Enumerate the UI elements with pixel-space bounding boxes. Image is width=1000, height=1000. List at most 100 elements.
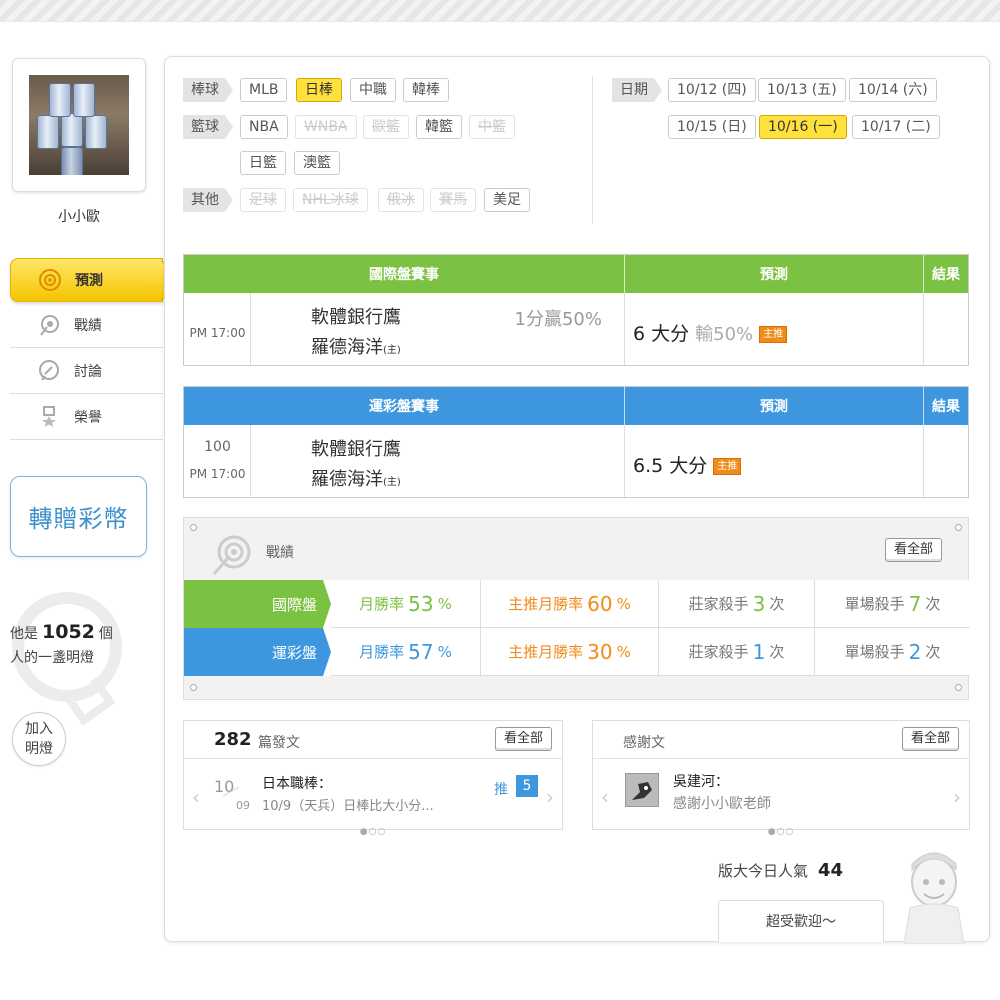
- sidebar-item-label: 討論: [74, 363, 102, 380]
- sidebar-item-label: 榮譽: [74, 409, 102, 426]
- header-event: 國際盤賽事: [184, 255, 625, 293]
- filter-chip-nfl[interactable]: 美足: [484, 188, 530, 212]
- date-chip[interactable]: 10/14 (六): [849, 78, 937, 102]
- home-team: 羅德海洋(主): [311, 469, 401, 490]
- push-count: 5: [516, 775, 538, 797]
- header-result: 結果: [932, 267, 960, 283]
- away-team: 軟體銀行鷹: [311, 307, 401, 328]
- discussion-icon: [36, 358, 62, 384]
- filter-chip-soccer: 足球: [240, 188, 286, 212]
- table-row[interactable]: PM 17:00 軟體銀行鷹 羅德海洋(主) 1分贏50% 6 大分 輸50% 主推: [184, 293, 968, 365]
- pager-dots: ●○○: [767, 827, 795, 837]
- post-month: 10: [214, 777, 235, 796]
- record-row-label: 運彩盤: [184, 628, 331, 676]
- monthly-win-rate: 月勝率 53%: [331, 580, 481, 628]
- avatar[interactable]: [12, 58, 146, 192]
- sidebar-item-discussion[interactable]: 討論: [10, 348, 163, 394]
- mascot-icon: [898, 848, 970, 948]
- sidebar-item-label: 預測: [75, 273, 103, 289]
- banker-killer: 莊家殺手 3 次: [659, 580, 815, 628]
- transfer-coins-button[interactable]: 轉贈彩幣: [10, 476, 147, 557]
- sidebar-item-record[interactable]: 戰績: [10, 302, 163, 348]
- filter-label-other: 其他: [183, 188, 233, 212]
- record-row-lottery: 運彩盤 月勝率 57% 主推月勝率 30% 莊家殺手 1 次 單場殺手 2 次: [184, 628, 970, 676]
- filter-chip-nba[interactable]: NBA: [240, 115, 288, 139]
- filter-chip-kbo[interactable]: 韓棒: [403, 78, 449, 102]
- prediction-value: 6.5 大分 主推: [633, 451, 742, 478]
- pager-dots: ●○○: [359, 827, 387, 837]
- main-monthly-win-rate: 主推月勝率 60%: [481, 580, 659, 628]
- filter-chip-eur-basketball: 歐籃: [363, 115, 409, 139]
- game-odds: 1分贏50%: [514, 309, 602, 330]
- posts-box: 282 篇發文 看全部 ‹ 10 09 日本職棒： 10/9（天兵）日棒比大小分…: [183, 720, 563, 837]
- game-time: PM 17:00: [189, 326, 246, 340]
- filter-chip-cn-basketball: 中籃: [469, 115, 515, 139]
- sidebar-item-label: 戰績: [74, 317, 102, 334]
- header-prediction: 預測: [625, 255, 924, 293]
- table-header: 運彩盤賽事 預測 結果: [184, 387, 968, 425]
- table-header: 國際盤賽事 預測 結果: [184, 255, 968, 293]
- filter-chip-jpn-baseball[interactable]: 日棒: [296, 78, 342, 102]
- join-light-button[interactable]: 加入 明燈: [12, 712, 66, 766]
- honor-icon: [36, 404, 62, 430]
- filter-label-date: 日期: [612, 78, 662, 102]
- posts-header: 282 篇發文 看全部: [184, 721, 562, 759]
- filter-chip-jpn-basketball[interactable]: 日籃: [240, 151, 286, 175]
- away-team: 軟體銀行鷹: [311, 439, 401, 460]
- filter-chip-mlb[interactable]: MLB: [240, 78, 288, 102]
- record-row-intl: 國際盤 月勝率 53% 主推月勝率 60% 莊家殺手 3 次 單場殺手 7 次: [184, 580, 970, 628]
- record-row-label: 國際盤: [184, 580, 331, 628]
- header-event: 運彩盤賽事: [184, 387, 625, 425]
- thanks-box: 感謝文 看全部 ‹ 吳建河： 感謝小小歐老師 › ●○○: [592, 720, 970, 837]
- date-chip-selected[interactable]: 10/16 (一): [759, 115, 847, 139]
- posts-label: 篇發文: [258, 735, 300, 751]
- filter-chip-aus-basketball[interactable]: 澳籃: [294, 151, 340, 175]
- post-desc[interactable]: 10/9（天兵）日棒比大小分...: [262, 795, 434, 814]
- filter-label-basketball: 籃球: [183, 115, 233, 139]
- author-avatar[interactable]: [625, 773, 659, 807]
- game-code: 100: [204, 439, 231, 455]
- filter-chip-wnba: WNBA: [295, 115, 357, 139]
- posts-count: 282: [214, 729, 252, 750]
- user-name: 小小歐: [58, 209, 100, 225]
- chevron-right-icon[interactable]: ›: [953, 785, 961, 809]
- intl-game-table: 國際盤賽事 預測 結果 PM 17:00 軟體銀行鷹 羅德海洋(主) 1分贏50…: [183, 254, 969, 366]
- thanks-label: 感謝文: [623, 735, 665, 751]
- thanks-author: 吳建河：: [673, 774, 729, 790]
- posts-see-all-button[interactable]: 看全部: [494, 727, 552, 751]
- filter-chip-nhl: NHL冰球: [293, 188, 368, 212]
- thanks-see-all-button[interactable]: 看全部: [901, 727, 959, 751]
- date-chip[interactable]: 10/17 (二): [852, 115, 940, 139]
- followers-text: 他是 1052 個 人的一盞明燈: [10, 621, 113, 666]
- result-cell: [924, 293, 968, 365]
- prediction-value: 6 大分 輸50% 主推: [633, 319, 788, 346]
- banker-killer: 莊家殺手 1 次: [659, 628, 815, 676]
- record-see-all-button[interactable]: 看全部: [884, 538, 942, 562]
- record-title: 戰績: [266, 545, 294, 561]
- sidebar-item-prediction[interactable]: 預測: [10, 258, 163, 302]
- filter-chip-kor-basketball[interactable]: 韓籃: [416, 115, 462, 139]
- thanks-header: 感謝文 看全部: [593, 721, 969, 759]
- date-chip[interactable]: 10/15 (日): [668, 115, 756, 139]
- date-chip[interactable]: 10/12 (四): [668, 78, 756, 102]
- followers-count: 1052: [42, 621, 95, 643]
- date-chip[interactable]: 10/13 (五): [758, 78, 846, 102]
- single-killer: 單場殺手 7 次: [815, 580, 970, 628]
- featured-badge: 主推: [759, 326, 788, 343]
- header-prediction: 預測: [625, 387, 924, 425]
- chevron-left-icon[interactable]: ‹: [601, 785, 609, 809]
- game-time: PM 17:00: [189, 467, 246, 481]
- table-row[interactable]: 100 PM 17:00 軟體銀行鷹 羅德海洋(主) 6.5 大分 主推: [184, 425, 968, 497]
- record-panel: 戰績 看全部 國際盤 月勝率 53% 主推月勝率 60% 莊家殺手 3 次 單場殺手 7 次…: [183, 517, 970, 700]
- sidebar-item-honor[interactable]: 榮譽: [10, 394, 163, 440]
- record-icon: [210, 532, 254, 580]
- chevron-left-icon[interactable]: ‹: [192, 785, 200, 809]
- filter-label-baseball: 棒球: [183, 78, 233, 102]
- post-title[interactable]: 日本職棒：: [262, 773, 332, 793]
- monthly-win-rate: 月勝率 57%: [331, 628, 481, 676]
- header-result: 結果: [932, 399, 960, 415]
- filter-divider: [592, 76, 593, 224]
- push-label: 推: [494, 782, 508, 798]
- chevron-right-icon[interactable]: ›: [546, 785, 554, 809]
- filter-chip-cpbl[interactable]: 中職: [350, 78, 396, 102]
